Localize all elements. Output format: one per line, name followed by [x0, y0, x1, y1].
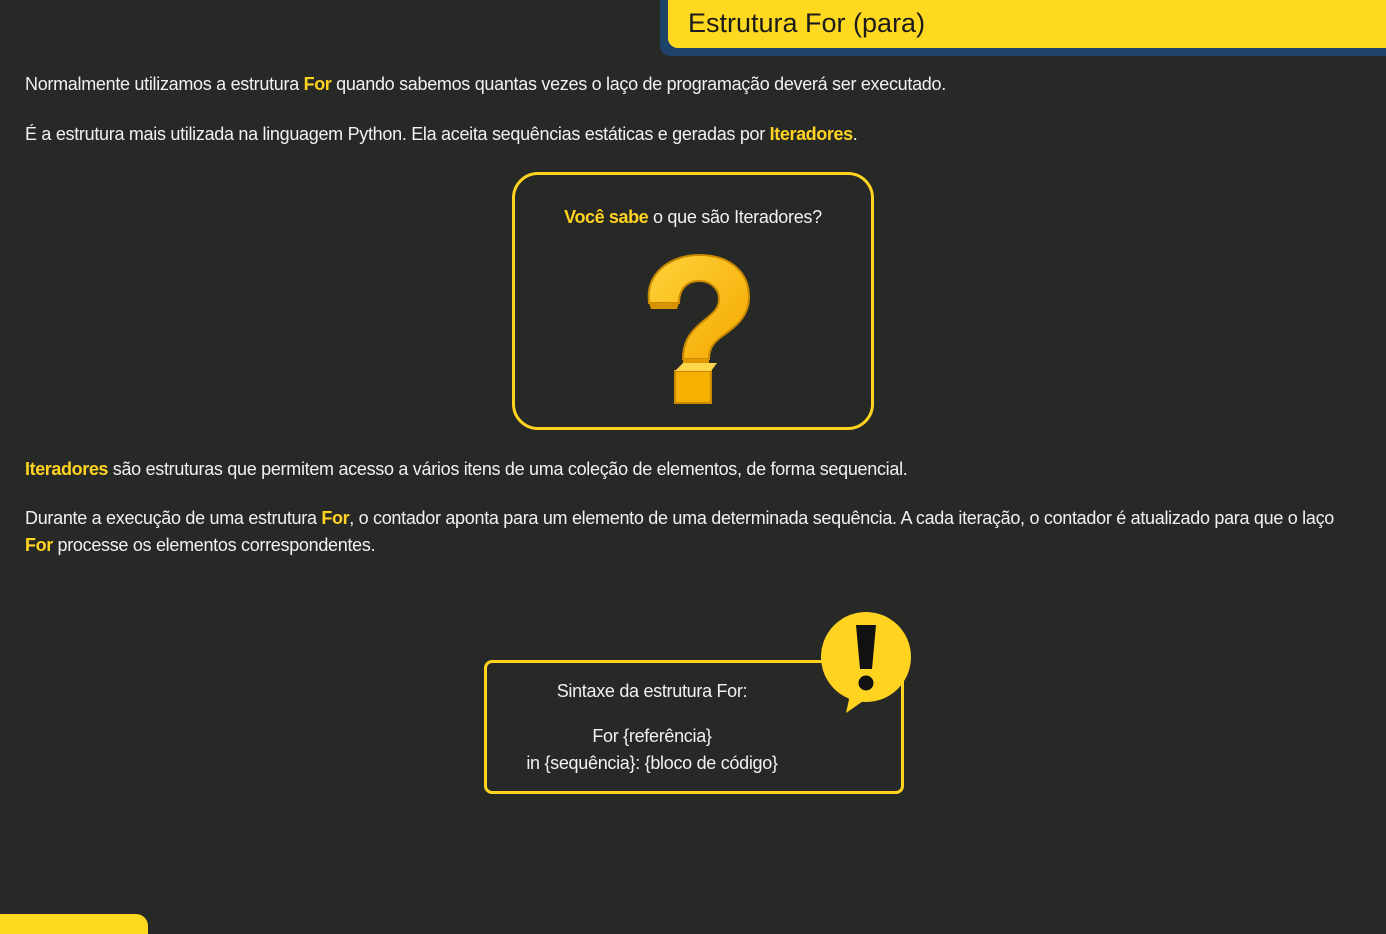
page-title: Estrutura For (para) [688, 8, 926, 38]
exclamation-bubble-icon [821, 612, 911, 713]
paragraph-for-intro: Normalmente utilizamos a estrutura For q… [25, 71, 946, 98]
title-banner: Estrutura For (para) [660, 0, 1386, 56]
p4-text-before: Durante a execução de uma estrutura [25, 508, 322, 528]
syntax-title: Sintaxe da estrutura For: [556, 681, 748, 701]
p2-text-after: . [852, 124, 858, 144]
paragraph-for-execution: Durante a execução de uma estrutura For,… [25, 505, 1365, 559]
title-banner-fill: Estrutura For (para) [668, 0, 1386, 48]
syntax-line-1: For {referência} [592, 726, 712, 746]
question-card-text: Você sabe o que são Iteradores? [515, 207, 871, 228]
question-card: Você sabe o que são Iteradores? [512, 172, 874, 430]
question-mark-icon [647, 253, 751, 404]
syntax-line-2: in {sequência}: {bloco de código} [526, 753, 778, 773]
p4-keyword-for-2: For [25, 535, 53, 555]
p4-keyword-for-1: For [321, 508, 350, 528]
p2-text-before: É a estrutura mais utilizada na linguage… [25, 124, 770, 144]
bottom-nav-tab[interactable] [0, 914, 148, 934]
p3-keyword-iteradores: Iteradores [25, 459, 109, 479]
paragraph-iteradores-definition: Iteradores são estruturas que permitem a… [25, 456, 908, 483]
question-highlight: Você sabe [564, 207, 649, 227]
p3-text-after: são estruturas que permitem acesso a vár… [108, 459, 908, 479]
p4-text-middle: , o contador aponta para um elemento de … [349, 508, 1334, 528]
paragraph-python-usage: É a estrutura mais utilizada na linguage… [25, 121, 858, 148]
p2-keyword-iteradores: Iteradores [769, 124, 853, 144]
p1-keyword-for: For [303, 74, 332, 94]
p1-text-after: quando sabemos quantas vezes o laço de p… [331, 74, 946, 94]
question-rest: o que são Iteradores? [648, 207, 822, 227]
p1-text-before: Normalmente utilizamos a estrutura [25, 74, 304, 94]
p4-text-after: processe os elementos correspondentes. [52, 535, 376, 555]
